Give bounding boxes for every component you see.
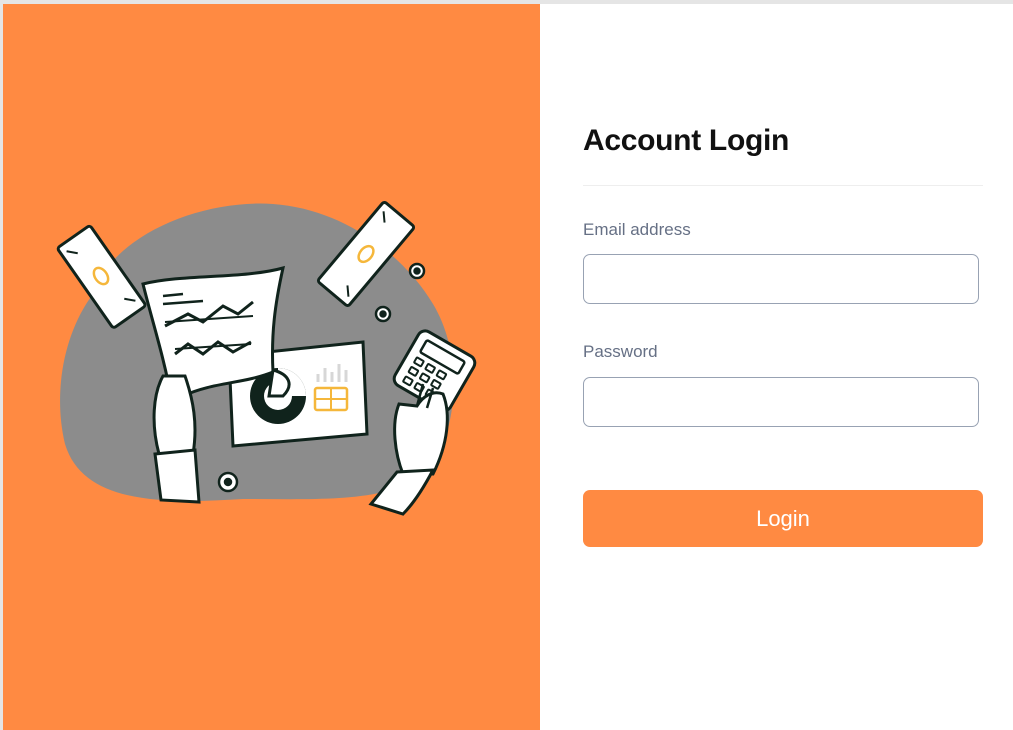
login-page: Account Login Email address Password Log… (3, 4, 1013, 730)
email-field[interactable] (583, 254, 979, 304)
title-divider (583, 185, 983, 186)
finance-illustration-icon (56, 201, 477, 516)
page-title: Account Login (583, 124, 790, 157)
login-form-panel: Account Login Email address Password Log… (540, 4, 1013, 730)
login-button[interactable]: Login (583, 490, 983, 547)
illustration-panel (3, 4, 540, 730)
password-field[interactable] (583, 377, 979, 427)
email-label: Email address (583, 220, 691, 239)
password-label: Password (583, 342, 658, 361)
